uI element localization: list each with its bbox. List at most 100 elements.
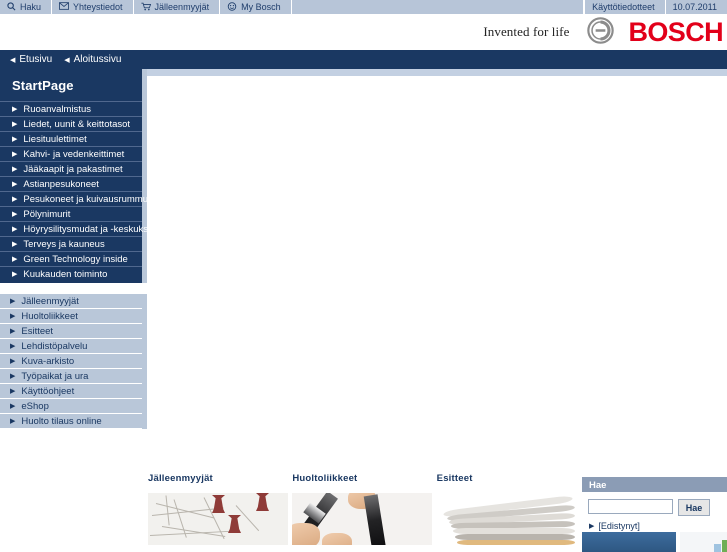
sidebar-item-liedet-uunit-keittotasot[interactable]: ▶ Liedet, uunit & keittotasot bbox=[0, 116, 142, 131]
teaser-title[interactable]: Esitteet bbox=[437, 473, 579, 484]
sidebar-item-label: Höyrysilitysmudat ja -keskukset bbox=[23, 223, 156, 235]
topbar-date: 10.07.2011 bbox=[664, 0, 727, 14]
sidebar-item-label: eShop bbox=[21, 400, 49, 412]
chevron-right-icon: ▶ bbox=[12, 210, 18, 218]
site-header: Invented for life BOSCH bbox=[0, 14, 727, 50]
chevron-left-icon: ◀ bbox=[10, 56, 16, 64]
chevron-right-icon: ▶ bbox=[12, 225, 18, 233]
promo-tile-2[interactable] bbox=[680, 532, 727, 552]
top-utility-right-group: Käyttötiedotteet 10.07.2011 bbox=[584, 0, 727, 14]
chevron-right-icon: ▶ bbox=[10, 342, 16, 350]
sidebar-item-kahvi-ja-vedenkeittimet[interactable]: ▶ Kahvi- ja vedenkeittimet bbox=[0, 146, 142, 161]
sidebar-item-label: Astianpesukoneet bbox=[23, 178, 99, 190]
sidebar-item-pesukoneet-ja-kuivausrummut[interactable]: ▶ Pesukoneet ja kuivausrummut bbox=[0, 191, 151, 206]
sidebar-item-lehdistopalvelu[interactable]: ▶ Lehdistöpalvelu bbox=[0, 339, 142, 354]
sidebar-item-tyopaikat-ja-ura[interactable]: ▶ Työpaikat ja ura bbox=[0, 369, 142, 384]
sidebar-item-esitteet[interactable]: ▶ Esitteet bbox=[0, 324, 142, 339]
topbar-item-kayttotiedotteet[interactable]: Käyttötiedotteet bbox=[584, 0, 665, 14]
advanced-search-label: [Edistynyt] bbox=[598, 521, 640, 531]
chevron-right-icon: ▶ bbox=[10, 387, 16, 395]
sidebar-item-label: Green Technology inside bbox=[23, 253, 128, 265]
sidebar-item-label: Kuukauden toiminto bbox=[23, 268, 108, 280]
sidebar-item-kuva-arkisto[interactable]: ▶ Kuva-arkisto bbox=[0, 354, 142, 369]
search-panel: Hae Hae ▶ [Edistynyt] bbox=[582, 477, 727, 531]
topbar-label-my-bosch: My Bosch bbox=[241, 2, 281, 12]
sidebar-item-hoyrysilitysmudat-ja-keskukset[interactable]: ▶ Höyrysilitysmudat ja -keskukset bbox=[0, 221, 156, 236]
sidebar-item-liesituulettimet[interactable]: ▶ Liesituulettimet bbox=[0, 131, 142, 146]
teaser-row: Jälleenmyyjät Huoltoliikkeet Esitteet bbox=[148, 473, 581, 545]
bosch-anchor-icon bbox=[587, 17, 615, 47]
teaser-huoltoliikkeet[interactable]: Huoltoliikkeet bbox=[292, 473, 434, 545]
chevron-right-icon: ▶ bbox=[12, 180, 18, 188]
chevron-right-icon: ▶ bbox=[10, 402, 16, 410]
topbar-item-haku[interactable]: Haku bbox=[0, 0, 53, 14]
teaser-title[interactable]: Huoltoliikkeet bbox=[292, 473, 434, 484]
topbar-item-yhteystiedot[interactable]: Yhteystiedot bbox=[52, 0, 134, 14]
sidebar-item-label: Terveys ja kauneus bbox=[23, 238, 105, 250]
sidebar-item-label: Jääkaapit ja pakastimet bbox=[23, 163, 123, 175]
sidebar-nav-gap bbox=[0, 283, 147, 294]
smiley-icon bbox=[227, 1, 237, 13]
search-icon bbox=[7, 1, 16, 13]
advanced-search-link[interactable]: ▶ [Edistynyt] bbox=[582, 518, 727, 531]
top-utility-left-group: Haku Yhteystiedot Jälleenmyyjät My Bosch bbox=[0, 0, 292, 14]
breadcrumb-item-aloitussivu[interactable]: ◀ Aloitussivu bbox=[64, 54, 121, 65]
sidebar-item-ruoanvalmistus[interactable]: ▶ Ruoanvalmistus bbox=[0, 101, 142, 116]
sidebar-primary-nav: StartPage ▶ Ruoanvalmistus ▶ Liedet, uun… bbox=[0, 69, 156, 283]
page-title: StartPage bbox=[12, 78, 74, 93]
bar-chart-icon bbox=[722, 540, 727, 552]
sidebar-item-astianpesukoneet[interactable]: ▶ Astianpesukoneet bbox=[0, 176, 142, 191]
chevron-right-icon: ▶ bbox=[589, 523, 595, 530]
sidebar-item-terveys-ja-kauneus[interactable]: ▶ Terveys ja kauneus bbox=[0, 236, 142, 251]
teaser-jalleenmyyjat[interactable]: Jälleenmyyjät bbox=[148, 473, 290, 545]
sidebar-item-kayttoohjeet[interactable]: ▶ Käyttöohjeet bbox=[0, 384, 142, 399]
brand-tagline: Invented for life bbox=[483, 24, 570, 39]
sidebar-item-label: Liedet, uunit & keittotasot bbox=[23, 118, 131, 130]
sidebar-item-label: Pesukoneet ja kuivausrummut bbox=[23, 193, 151, 205]
topbar-item-my-bosch[interactable]: My Bosch bbox=[220, 0, 292, 14]
sidebar-item-eshop[interactable]: ▶ eShop bbox=[0, 399, 142, 414]
promo-tile-row bbox=[582, 532, 727, 552]
sidebar-item-polynimurit[interactable]: ▶ Pölynimurit bbox=[0, 206, 142, 221]
sidebar-item-label: Jälleenmyyjät bbox=[21, 295, 79, 307]
sidebar-item-label: Ruoanvalmistus bbox=[23, 103, 91, 115]
sidebar-item-label: Pölynimurit bbox=[23, 208, 71, 220]
sidebar-item-label: Huoltoliikkeet bbox=[21, 310, 78, 322]
topbar-label-yhteystiedot: Yhteystiedot bbox=[73, 2, 123, 12]
chevron-right-icon: ▶ bbox=[12, 105, 18, 113]
sidebar: StartPage ▶ Ruoanvalmistus ▶ Liedet, uun… bbox=[0, 69, 156, 545]
map-with-pins-image[interactable] bbox=[148, 493, 288, 545]
chevron-right-icon: ▶ bbox=[12, 240, 18, 248]
bar-chart-icon bbox=[714, 544, 721, 552]
chevron-right-icon: ▶ bbox=[12, 150, 18, 158]
sidebar-item-jaakaapit-ja-pakastimet[interactable]: ▶ Jääkaapit ja pakastimet bbox=[0, 161, 142, 176]
open-book-pages-image[interactable] bbox=[436, 493, 577, 545]
chevron-right-icon: ▶ bbox=[10, 357, 16, 365]
sidebar-item-kuukauden-toiminto[interactable]: ▶ Kuukauden toiminto bbox=[0, 266, 142, 281]
chevron-right-icon: ▶ bbox=[10, 372, 16, 380]
topbar-label-jalleenmyyjat: Jälleenmyyjät bbox=[154, 2, 210, 12]
breadcrumb-item-etusivu[interactable]: ◀ Etusivu bbox=[10, 54, 52, 65]
sidebar-item-jalleenmyyjat[interactable]: ▶ Jälleenmyyjät bbox=[0, 294, 142, 309]
chevron-right-icon: ▶ bbox=[10, 327, 16, 335]
teaser-esitteet[interactable]: Esitteet bbox=[436, 473, 579, 545]
sidebar-item-huolto-tilaus-online[interactable]: ▶ Huolto tilaus online bbox=[0, 414, 142, 429]
top-utility-bar: Haku Yhteystiedot Jälleenmyyjät My Bosch… bbox=[0, 0, 727, 14]
search-input[interactable] bbox=[588, 499, 673, 514]
chevron-right-icon: ▶ bbox=[10, 417, 16, 425]
topbar-item-jalleenmyyjat[interactable]: Jälleenmyyjät bbox=[133, 0, 221, 14]
chevron-right-icon: ▶ bbox=[10, 312, 16, 320]
hands-with-tool-image[interactable] bbox=[292, 493, 433, 545]
search-button[interactable]: Hae bbox=[678, 499, 710, 516]
sidebar-item-green-technology-inside[interactable]: ▶ Green Technology inside bbox=[0, 251, 142, 266]
search-panel-body: Hae bbox=[582, 492, 727, 518]
chevron-left-icon: ◀ bbox=[64, 56, 70, 64]
chevron-right-icon: ▶ bbox=[12, 165, 18, 173]
sidebar-item-label: Liesituulettimet bbox=[23, 133, 87, 145]
bosch-wordmark: BOSCH bbox=[628, 16, 723, 47]
chevron-right-icon: ▶ bbox=[10, 297, 16, 305]
teaser-title[interactable]: Jälleenmyyjät bbox=[148, 473, 290, 484]
promo-tile-1[interactable] bbox=[582, 532, 676, 552]
sidebar-item-huoltoliikkeet[interactable]: ▶ Huoltoliikkeet bbox=[0, 309, 142, 324]
sidebar-item-label: Esitteet bbox=[21, 325, 54, 337]
